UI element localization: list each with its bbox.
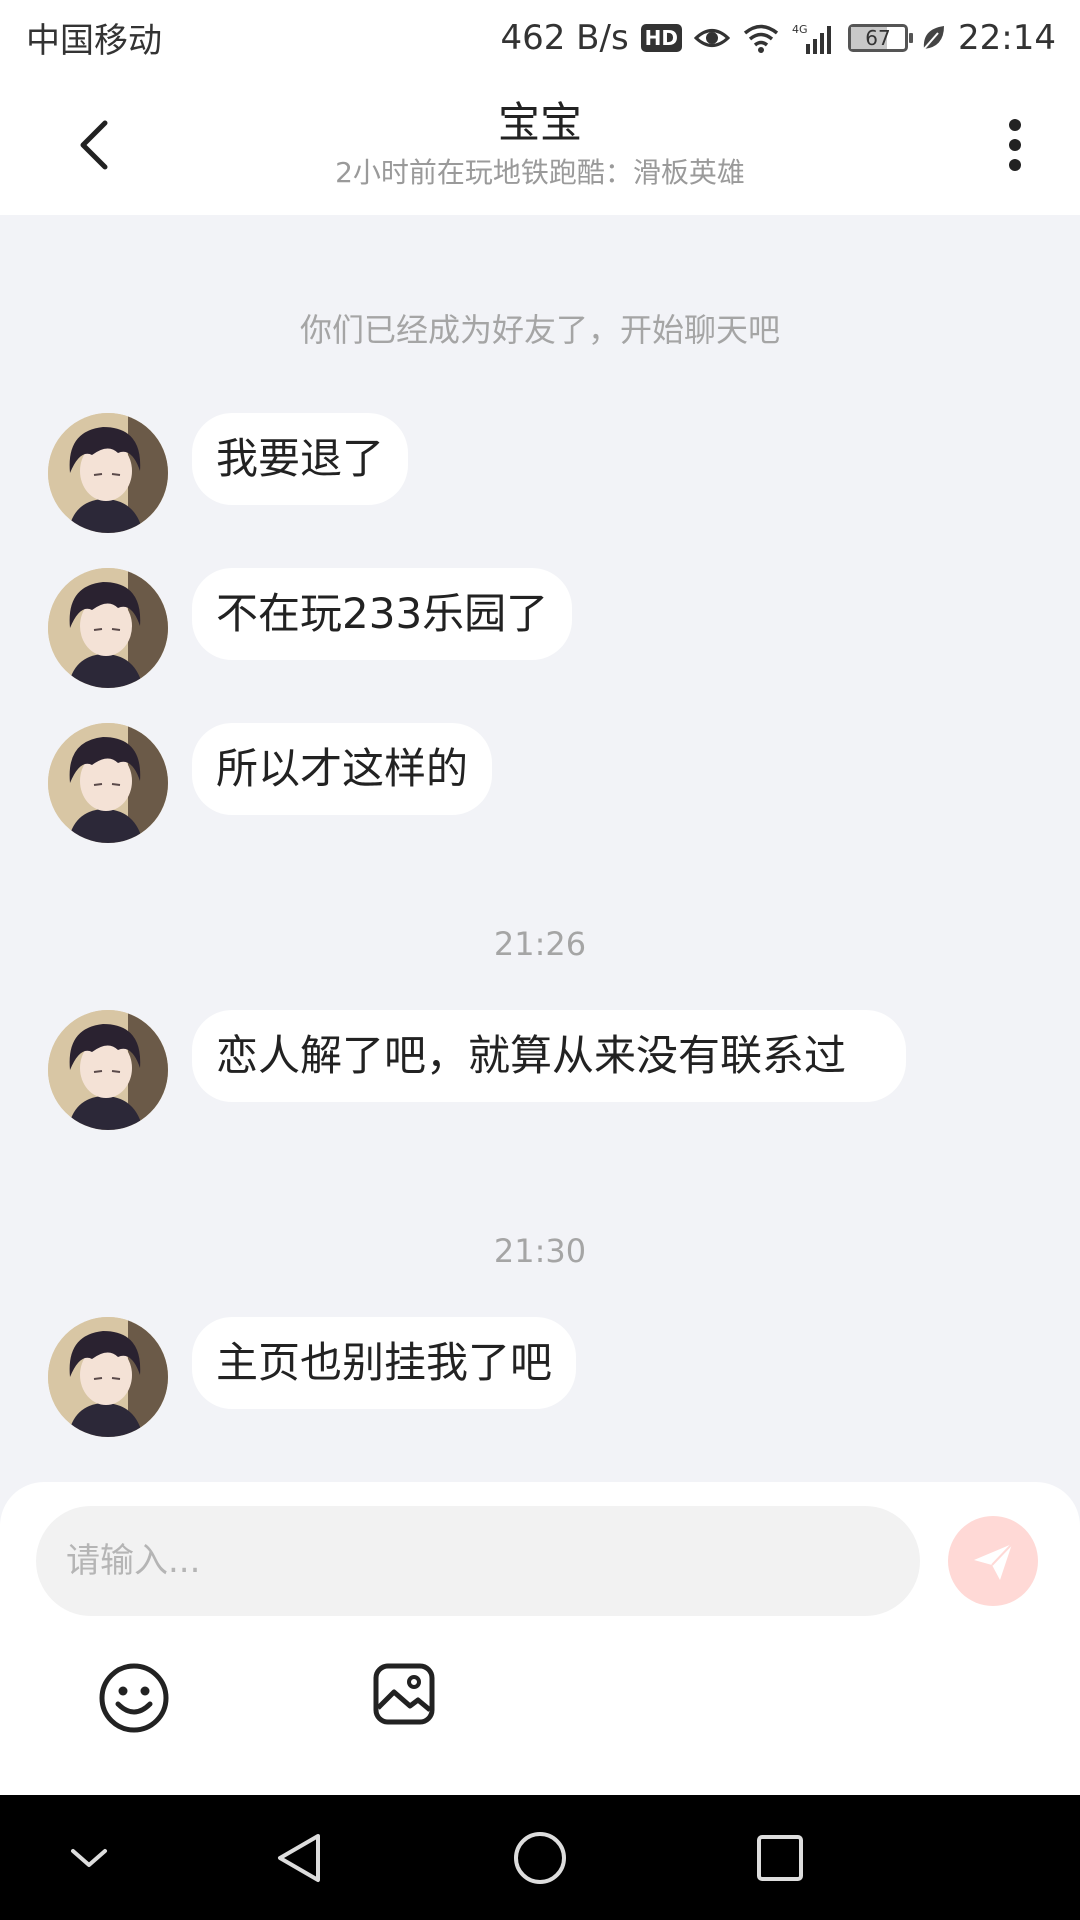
title-block: 宝宝 2小时前在玩地铁跑酷：滑板英雄: [200, 95, 880, 193]
message-bubble[interactable]: 所以才这样的: [192, 723, 493, 815]
eye-icon: [694, 23, 731, 53]
wifi-icon: [742, 23, 780, 53]
send-button[interactable]: [948, 1516, 1038, 1606]
avatar[interactable]: [48, 1010, 168, 1130]
network-speed: 462 B/s: [500, 17, 629, 58]
input-panel: [0, 1482, 1080, 1795]
more-options-button[interactable]: [980, 110, 1050, 180]
image-button[interactable]: [372, 1662, 436, 1726]
chevron-down-icon: [71, 1849, 107, 1867]
hd-badge: HD: [640, 23, 683, 52]
nav-collapse-button[interactable]: [56, 1825, 122, 1891]
square-recents-icon: [757, 1835, 803, 1881]
avatar-image: [48, 568, 168, 688]
avatar[interactable]: [48, 1317, 168, 1437]
back-button[interactable]: [60, 110, 130, 180]
avatar[interactable]: [48, 413, 168, 533]
system-message: 你们已经成为好友了，开始聊天吧: [299, 311, 780, 349]
avatar-image: [48, 1010, 168, 1130]
avatar-image: [48, 1317, 168, 1437]
timestamp: 21:26: [493, 925, 587, 963]
network-type-label: 4G: [792, 23, 808, 36]
nav-home-button[interactable]: [507, 1825, 573, 1891]
signal-icon: 4G: [792, 22, 836, 54]
avatar[interactable]: [48, 568, 168, 688]
chat-header: 宝宝 2小时前在玩地铁跑酷：滑板英雄: [0, 75, 1080, 215]
home-circle-icon: [514, 1832, 566, 1884]
timestamp: 21:30: [493, 1232, 587, 1270]
nav-back-button[interactable]: [266, 1825, 332, 1891]
more-vertical-icon: [1009, 119, 1021, 171]
image-icon: [373, 1663, 435, 1725]
leaf-icon: [920, 23, 946, 53]
avatar-image: [48, 413, 168, 533]
nav-recents-button[interactable]: [747, 1825, 813, 1891]
chat-area[interactable]: 你们已经成为好友了，开始聊天吧 我要退了 不在玩233乐园了 所以才这样的 21…: [0, 215, 1080, 1480]
message-bubble[interactable]: 主页也别挂我了吧: [192, 1317, 577, 1409]
status-bar: 中国移动 462 B/s HD 4G 67 22:14: [0, 0, 1080, 75]
status-icons: 462 B/s HD 4G 67 22:14: [500, 18, 1056, 58]
chevron-left-icon: [80, 120, 108, 170]
avatar[interactable]: [48, 723, 168, 843]
page-title: 宝宝: [497, 98, 582, 147]
avatar-image: [48, 723, 168, 843]
triangle-back-icon: [278, 1834, 320, 1882]
message-bubble[interactable]: 恋人解了吧，就算从来没有联系过: [192, 1010, 906, 1102]
send-icon: [974, 1543, 1013, 1580]
battery-level: 67: [865, 25, 891, 50]
carrier-label: 中国移动: [26, 21, 162, 61]
page-subtitle: 2小时前在玩地铁跑酷：滑板英雄: [335, 156, 745, 189]
emoji-button[interactable]: [98, 1662, 170, 1734]
message-bubble[interactable]: 我要退了: [192, 413, 409, 505]
status-time: 22:14: [958, 17, 1056, 58]
message-input[interactable]: [36, 1506, 920, 1616]
message-bubble[interactable]: 不在玩233乐园了: [192, 568, 573, 660]
emoji-icon: [99, 1663, 169, 1733]
battery-icon: 67: [848, 23, 914, 52]
system-nav-bar: [0, 1795, 1080, 1920]
